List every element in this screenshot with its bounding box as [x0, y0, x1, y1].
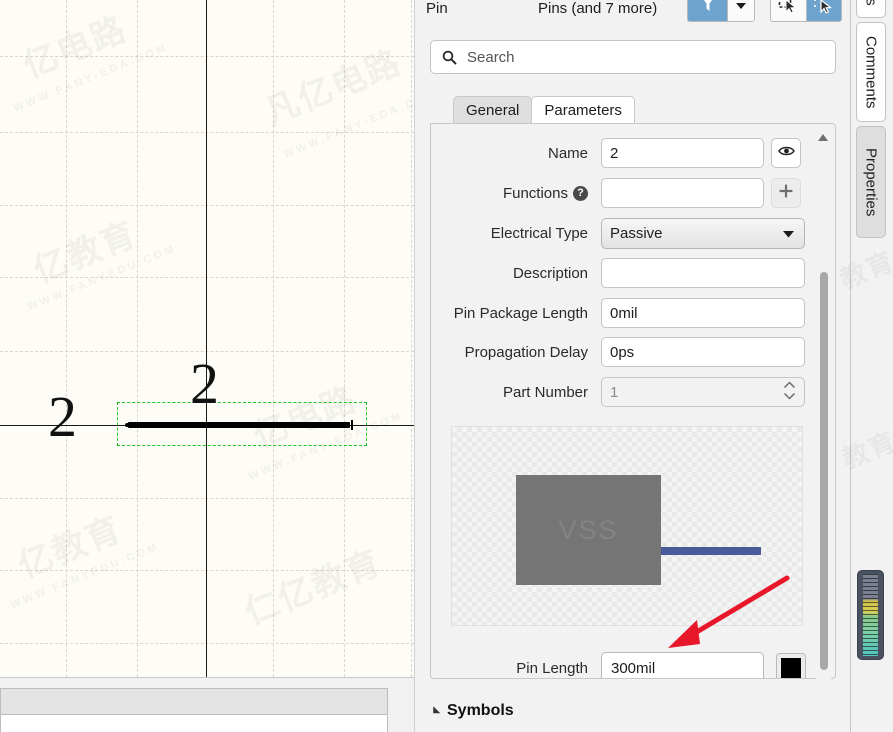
edge-tab-comments[interactable]: Comments	[856, 22, 886, 122]
properties-panel: Pin Pins (and 7 more) Search General Par…	[414, 0, 850, 732]
color-gradient-meter[interactable]	[857, 570, 884, 660]
add-function-button[interactable]	[771, 178, 801, 208]
symbols-section-header[interactable]: Symbols	[429, 702, 514, 720]
search-placeholder: Search	[467, 48, 515, 66]
select-inside-icon	[813, 0, 835, 19]
schematic-canvas[interactable]: 亿电路 WWW.FANY-EDA.COM 凡亿电路 WWW.FANY-EDA.C…	[0, 0, 414, 677]
propagation-delay-input[interactable]: 0ps	[601, 337, 805, 367]
triangle-collapse-icon[interactable]	[429, 705, 441, 717]
field-row-description: Description	[431, 256, 821, 290]
general-tab-content: Name 2 Functions ? Electrical Type Passi…	[430, 123, 836, 679]
help-icon[interactable]: ?	[573, 185, 588, 201]
symbols-label: Symbols	[447, 702, 514, 719]
panel-object-count-label: Pins (and 7 more)	[538, 0, 658, 17]
chevron-down-icon	[782, 225, 795, 242]
panel-scrollbar[interactable]	[816, 130, 831, 682]
tab-parameters[interactable]: Parameters	[531, 96, 635, 123]
bottom-table-panel[interactable]	[0, 688, 388, 732]
description-input[interactable]	[601, 258, 805, 288]
symbol-preview[interactable]: VSS	[451, 426, 803, 626]
preview-pin-line	[661, 547, 761, 555]
select-touching-icon	[778, 0, 800, 19]
field-row-propagation-delay: Propagation Delay 0ps	[431, 335, 821, 369]
search-input[interactable]: Search	[430, 40, 836, 74]
field-row-pin-length: Pin Length 300mil	[431, 652, 821, 678]
scrollbar-thumb[interactable]	[820, 272, 828, 670]
label-pin-package-length: Pin Package Length	[453, 304, 588, 322]
pin-designator-top: 2	[190, 351, 219, 416]
eye-icon	[777, 144, 795, 162]
color-gradient-meter-fill	[863, 574, 878, 656]
bottom-table-header	[1, 689, 387, 715]
field-row-part-number: Part Number 1	[431, 375, 821, 409]
edge-tab-properties[interactable]: Properties	[856, 126, 886, 238]
edge-tab-partial[interactable]: ts	[856, 0, 886, 18]
right-edge-tab-strip: ts Comments Properties 教育 教育	[836, 0, 893, 732]
application-window: 亿电路 WWW.FANY-EDA.COM 凡亿电路 WWW.FANY-EDA.C…	[0, 0, 893, 732]
panel-object-type-label: Pin	[426, 0, 448, 17]
canvas-axis-vertical	[206, 0, 207, 677]
part-number-value: 1	[610, 383, 619, 401]
select-inside-button[interactable]	[806, 0, 842, 22]
edge-tab-partial-label: ts	[863, 0, 880, 6]
panel-header: Pin Pins (and 7 more)	[415, 0, 850, 26]
filter-button[interactable]	[687, 0, 727, 22]
label-functions: Functions	[502, 184, 568, 202]
pin-graphic[interactable]	[128, 422, 350, 428]
label-electrical-type: Electrical Type	[490, 224, 588, 242]
preview-component-body: VSS	[516, 475, 661, 585]
plus-icon	[779, 183, 793, 203]
name-input[interactable]: 2	[601, 138, 764, 168]
label-part-number: Part Number	[502, 383, 588, 401]
label-propagation-delay: Propagation Delay	[464, 343, 588, 361]
edge-tab-comments-label: Comments	[862, 35, 880, 109]
pin-designator-left: 2	[48, 384, 77, 449]
scrollbar-up-arrow[interactable]	[818, 134, 828, 141]
part-number-spinner[interactable]: 1	[601, 377, 805, 407]
filter-icon	[700, 0, 716, 18]
color-swatch	[781, 658, 801, 678]
field-row-pin-package-length: Pin Package Length 0mil	[431, 296, 821, 330]
pin-length-input[interactable]: 300mil	[601, 652, 764, 678]
select-touching-button[interactable]	[770, 0, 806, 22]
field-row-electrical-type: Electrical Type Passive	[431, 216, 821, 250]
label-name: Name	[547, 144, 588, 162]
electrical-type-select[interactable]: Passive	[601, 217, 805, 249]
tab-general[interactable]: General	[453, 96, 533, 123]
panel-tabs: General Parameters	[453, 96, 635, 123]
label-pin-length: Pin Length	[516, 659, 588, 677]
label-description: Description	[512, 264, 588, 282]
filter-dropdown-button[interactable]	[727, 0, 755, 22]
pin-endpoint-handle[interactable]	[350, 420, 355, 430]
electrical-type-value: Passive	[610, 224, 663, 242]
spinner-arrows[interactable]	[783, 381, 796, 400]
pin-color-button[interactable]	[776, 653, 806, 678]
chevron-up-icon	[783, 381, 796, 389]
pin-package-length-input[interactable]: 0mil	[601, 298, 805, 328]
chevron-down-icon	[783, 392, 796, 400]
edge-tab-properties-label: Properties	[862, 147, 880, 217]
search-icon	[442, 50, 457, 65]
field-row-functions: Functions ?	[431, 176, 821, 210]
chevron-down-icon	[735, 0, 747, 15]
field-row-name: Name 2	[431, 136, 821, 170]
bottom-dock-area	[0, 677, 414, 732]
visibility-toggle-button[interactable]	[771, 138, 801, 168]
functions-input[interactable]	[601, 178, 764, 208]
